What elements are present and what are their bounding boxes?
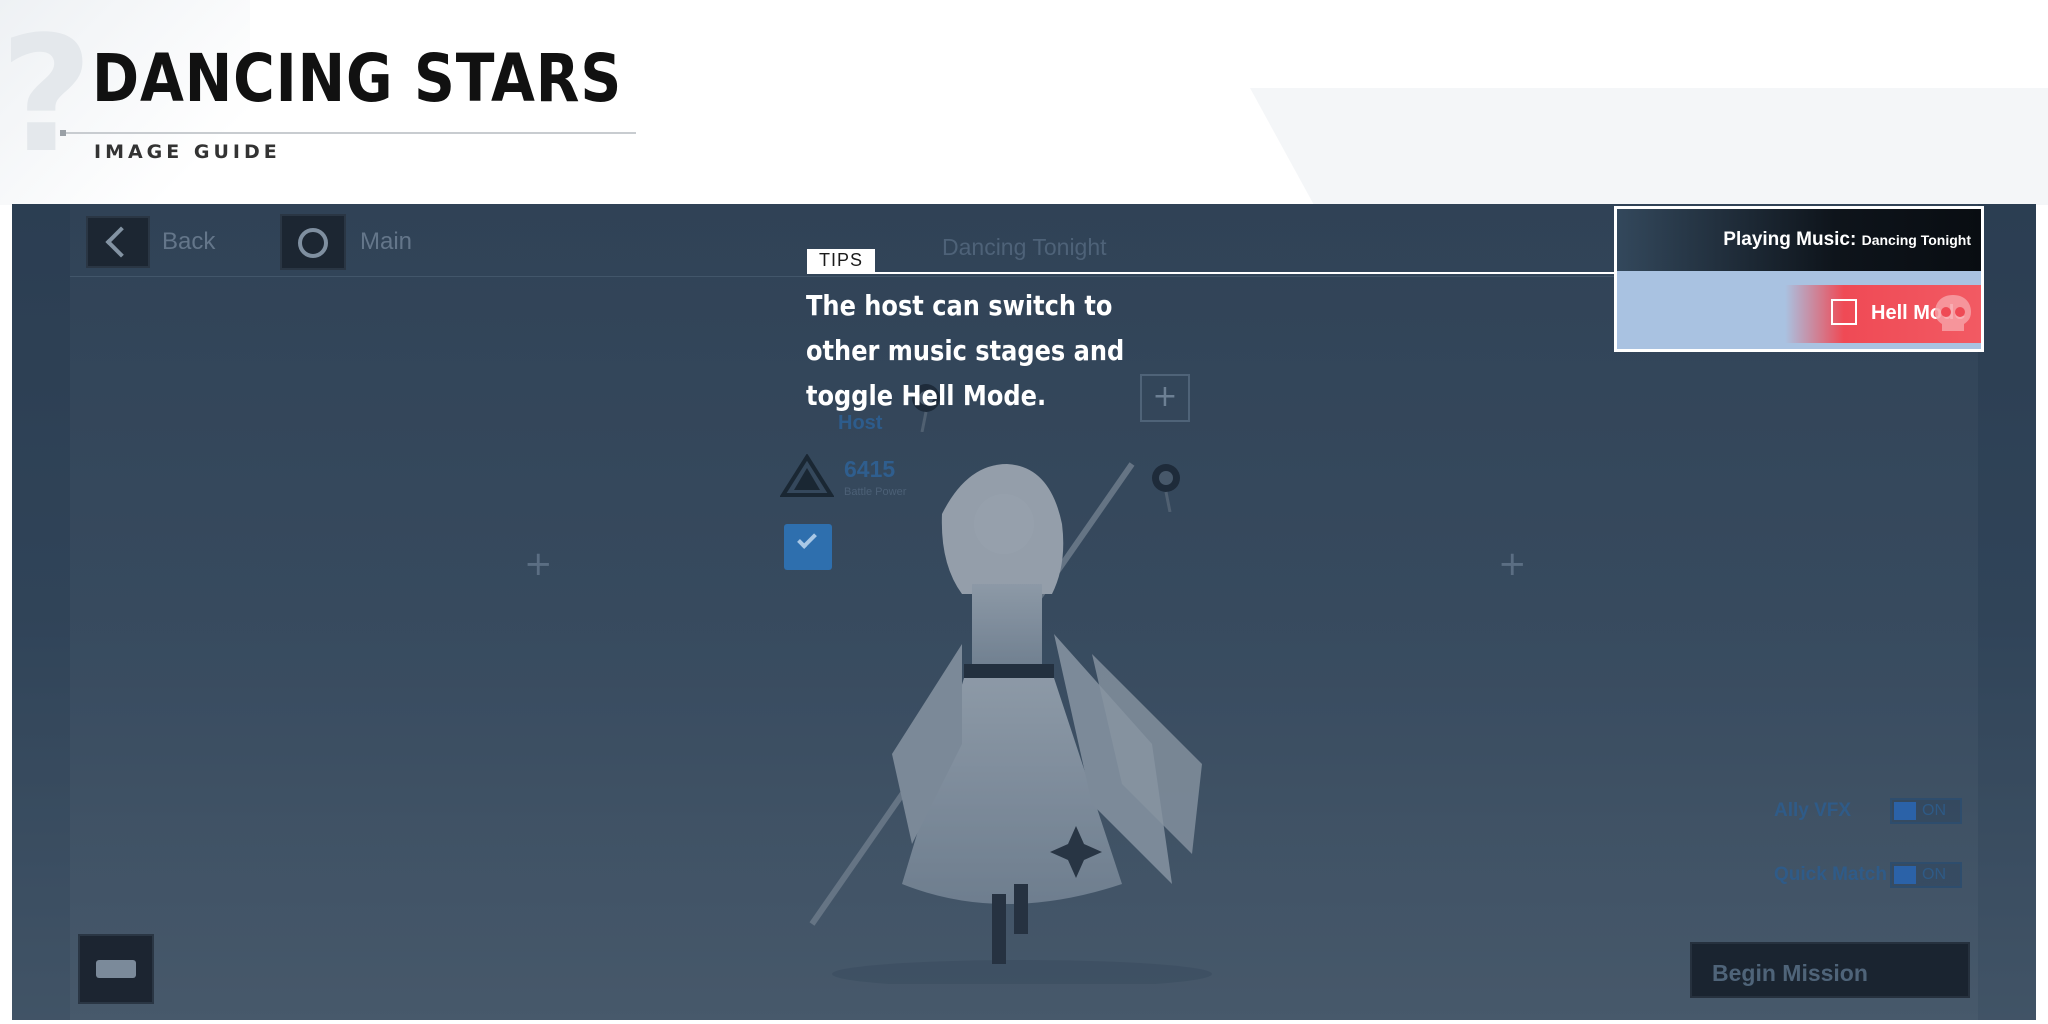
hell-mode-toggle[interactable]: Hell Mode (1785, 285, 1981, 343)
toggle-knob (1894, 866, 1916, 884)
back-label: Back (162, 228, 216, 255)
toggle-knob (1894, 802, 1916, 820)
tips-tag: TIPS (807, 249, 875, 272)
empty-slot-plus-icon[interactable]: + (1498, 544, 1527, 584)
begin-mission-label: Begin Mission (1712, 960, 1868, 986)
chevron-left-icon (105, 226, 137, 258)
main-label: Main (360, 228, 413, 255)
music-panel-highlight: Playing Music: Dancing Tonight Hell Mode (1614, 206, 1984, 352)
ally-vfx-toggle[interactable]: ON (1890, 798, 1962, 824)
page-title: DANCING STARS (92, 40, 623, 117)
check-icon (797, 529, 817, 549)
playing-music-label: Playing Music: (1723, 229, 1857, 250)
playing-music-song: Dancing Tonight (1861, 232, 1971, 248)
title-divider (60, 132, 636, 134)
circle-icon (298, 228, 328, 258)
hell-mode-checkbox[interactable] (1831, 299, 1857, 325)
divider-dot (60, 130, 66, 136)
guide-header: ? DANCING STARS IMAGE GUIDE (0, 0, 2048, 205)
rank-triangle-icon (780, 454, 834, 497)
toggle-state: ON (1922, 802, 1946, 819)
skull-icon (1935, 295, 1971, 331)
chat-bubble-icon (96, 960, 136, 978)
ready-checkbox[interactable] (784, 524, 832, 570)
stage-name: Dancing Tonight (942, 234, 1107, 260)
chat-button[interactable] (78, 934, 154, 1004)
playing-music-text: Playing Music: Dancing Tonight (1723, 229, 1971, 251)
page-subtitle: IMAGE GUIDE (94, 141, 281, 163)
quick-match-toggle[interactable]: ON (1890, 862, 1962, 888)
quick-match-label: Quick Match (1774, 864, 1887, 885)
battle-power-label: Battle Power (844, 486, 907, 498)
playing-music-bar[interactable]: Playing Music: Dancing Tonight (1617, 209, 1981, 271)
toggle-state: ON (1922, 866, 1946, 883)
tips-text: The host can switch to other music stage… (806, 289, 1125, 412)
empty-slot-plus-icon[interactable]: + (524, 544, 553, 584)
battle-power-value: 6415 (844, 456, 896, 482)
begin-mission-button[interactable]: Begin Mission (1690, 942, 1970, 998)
tips-pointer-line (807, 272, 1616, 274)
main-button[interactable] (280, 214, 346, 270)
ally-vfx-label: Ally VFX (1774, 800, 1852, 821)
back-button[interactable] (86, 216, 150, 268)
header-decoration-right (1250, 88, 2048, 205)
